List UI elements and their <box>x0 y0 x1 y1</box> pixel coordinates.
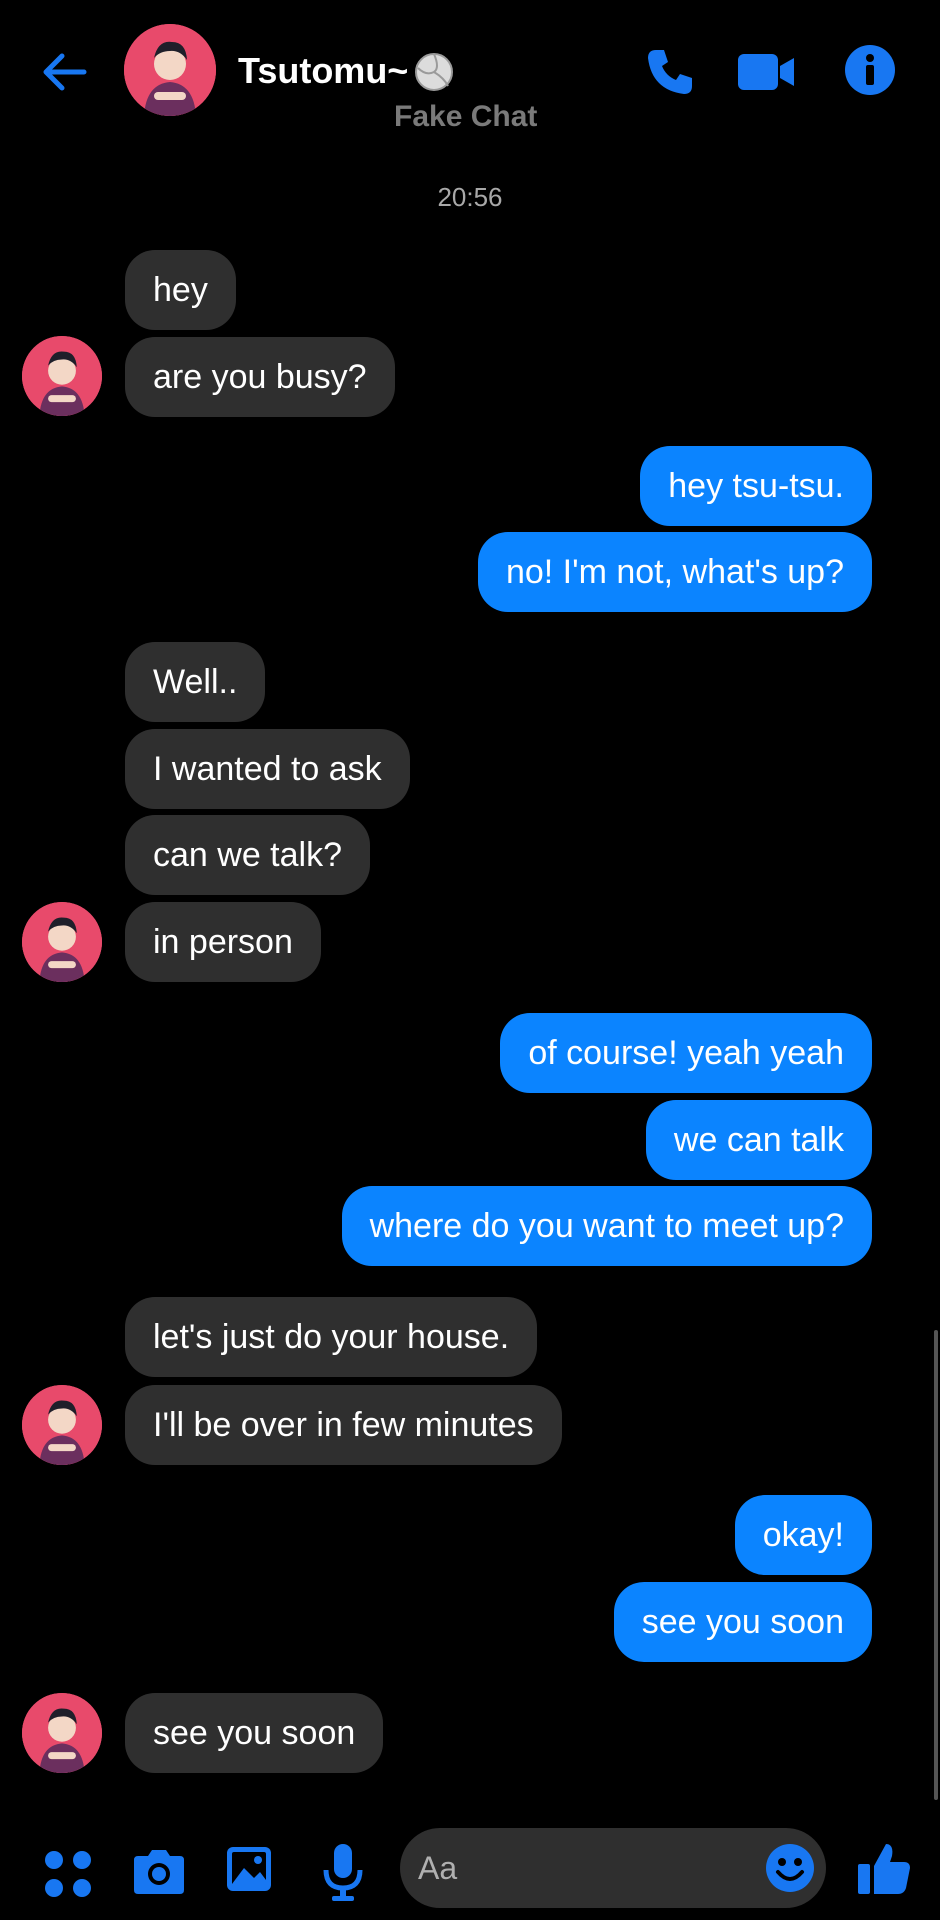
message-bubble-outgoing[interactable]: we can talk <box>645 1100 872 1180</box>
message-bubble-incoming[interactable]: hey <box>125 250 236 330</box>
message-bubble-incoming[interactable]: see you soon <box>125 1693 384 1773</box>
message-bubble-incoming[interactable]: let's just do your house. <box>125 1297 538 1377</box>
call-button[interactable] <box>642 44 698 100</box>
message-bubble-outgoing[interactable]: where do you want to meet up? <box>341 1186 872 1266</box>
info-button[interactable] <box>844 44 896 96</box>
sender-avatar[interactable] <box>22 1385 102 1465</box>
timestamp: 20:56 <box>437 182 503 212</box>
message-bubble-outgoing[interactable]: okay! <box>734 1495 872 1575</box>
message-bubble-incoming[interactable]: Well.. <box>125 642 266 722</box>
microphone-icon <box>323 1844 363 1901</box>
thumbs-up-icon <box>858 1844 910 1894</box>
message-bubble-incoming[interactable]: I wanted to ask <box>125 729 410 809</box>
sender-avatar[interactable] <box>22 336 102 416</box>
message-input-placeholder: Aa <box>418 1850 458 1886</box>
message-bubble-incoming[interactable]: can we talk? <box>125 815 370 895</box>
header: Tsutomu~ Fake Chat <box>0 0 940 150</box>
camera-icon <box>134 1850 184 1894</box>
gallery-button[interactable] <box>224 1844 274 1894</box>
apps-button[interactable] <box>42 1848 94 1900</box>
message-bubble-outgoing[interactable]: see you soon <box>613 1582 872 1662</box>
volleyball-icon <box>414 52 454 92</box>
like-button[interactable] <box>856 1840 912 1896</box>
chat-subtitle: Fake Chat <box>394 100 538 133</box>
back-button[interactable] <box>36 44 92 100</box>
message-bubble-incoming[interactable]: are you busy? <box>125 337 395 417</box>
message-bubble-outgoing[interactable]: of course! yeah yeah <box>500 1013 872 1093</box>
apps-grid-icon <box>45 1851 91 1897</box>
voice-button[interactable] <box>320 1842 366 1902</box>
emoji-icon <box>766 1844 814 1892</box>
contact-name[interactable]: Tsutomu~ <box>238 50 408 92</box>
camera-button[interactable] <box>130 1846 188 1898</box>
video-call-button[interactable] <box>736 48 796 96</box>
sender-avatar[interactable] <box>22 902 102 982</box>
scrollbar[interactable] <box>934 1330 938 1800</box>
message-bubble-outgoing[interactable]: hey tsu-tsu. <box>640 446 872 526</box>
emoji-button[interactable] <box>764 1842 816 1894</box>
phone-icon <box>648 50 692 94</box>
info-icon <box>845 45 895 95</box>
message-input[interactable]: Aa <box>400 1828 826 1908</box>
avatar[interactable] <box>124 24 216 116</box>
back-arrow-icon <box>43 53 87 91</box>
message-bubble-incoming[interactable]: in person <box>125 902 321 982</box>
image-icon <box>227 1847 271 1891</box>
message-bubble-incoming[interactable]: I'll be over in few minutes <box>125 1385 562 1465</box>
sender-avatar[interactable] <box>22 1693 102 1773</box>
video-camera-icon <box>738 54 794 90</box>
message-bubble-outgoing[interactable]: no! I'm not, what's up? <box>477 532 872 612</box>
